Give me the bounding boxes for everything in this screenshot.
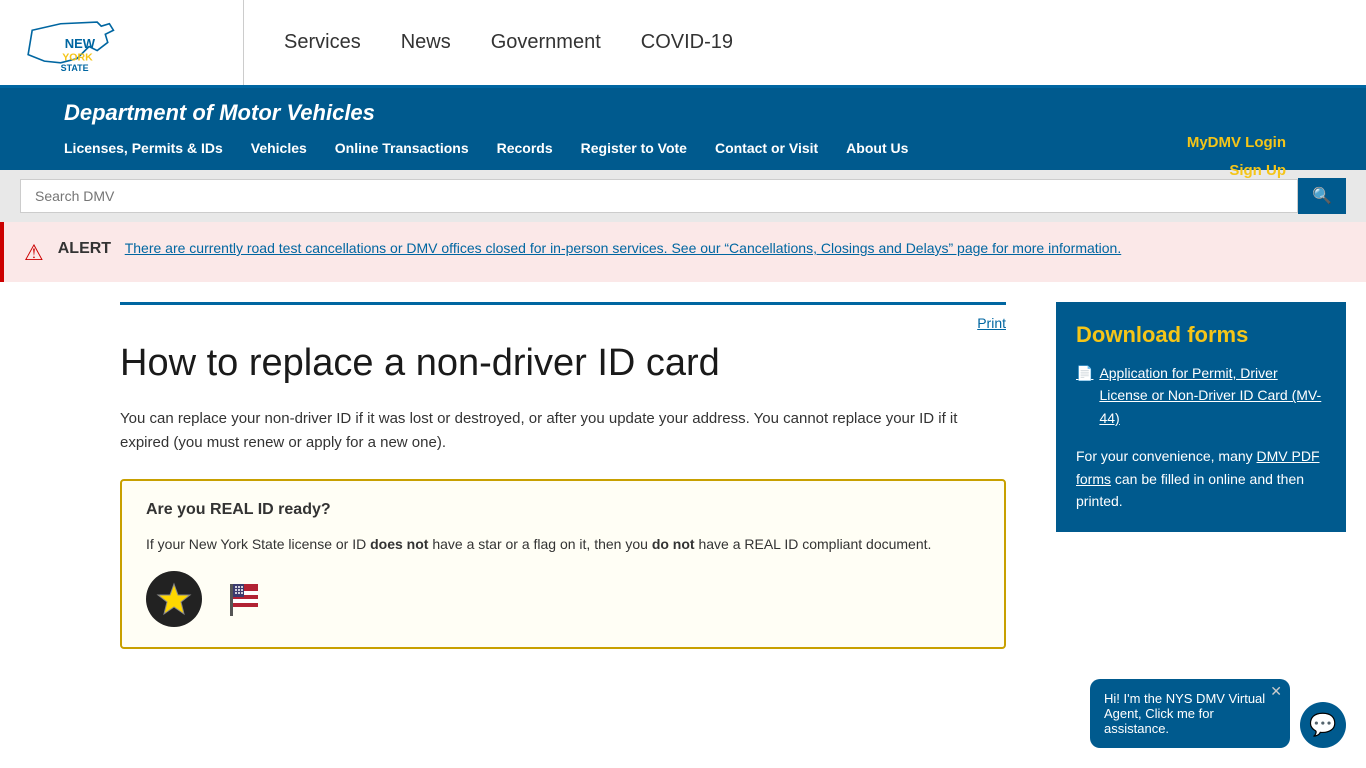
real-id-title: Are you REAL ID ready? [146, 501, 980, 519]
extra-text-2: can be filled in online and then printed… [1076, 471, 1304, 509]
dmv-nav-contact[interactable]: Contact or Visit [715, 126, 836, 170]
search-bar: 🔍 [0, 170, 1366, 222]
sign-up-link[interactable]: Sign Up [1229, 162, 1286, 179]
main-content: Print How to replace a non-driver ID car… [0, 282, 1366, 679]
flag-icon-wrap [222, 571, 278, 627]
print-link[interactable]: Print [120, 315, 1006, 331]
dmv-nav-records[interactable]: Records [497, 126, 571, 170]
chat-message: Hi! I'm the NYS DMV Virtual Agent, Click… [1104, 691, 1265, 736]
nav-news[interactable]: News [401, 31, 451, 54]
dmv-nav: Licenses, Permits & IDs Vehicles Online … [20, 126, 1346, 170]
svg-text:STATE: STATE [61, 63, 89, 71]
real-id-text: If your New York State license or ID doe… [146, 533, 980, 555]
star-icon-wrap [146, 571, 202, 627]
chat-close-icon[interactable]: ✕ [1270, 683, 1282, 700]
page-body: Print How to replace a non-driver ID car… [0, 282, 1036, 679]
download-forms-box: Download forms 📄 Application for Permit,… [1056, 302, 1346, 532]
sidebar: Download forms 📄 Application for Permit,… [1036, 282, 1366, 679]
dmv-nav-licenses[interactable]: Licenses, Permits & IDs [64, 126, 241, 170]
page-body-border [120, 302, 1006, 305]
star-icon [156, 581, 192, 617]
extra-text-1: For your convenience, many [1076, 448, 1257, 464]
pdf-icon: 📄 [1076, 362, 1093, 384]
chat-bubble[interactable]: ✕ Hi! I'm the NYS DMV Virtual Agent, Cli… [1090, 679, 1290, 748]
nys-logo: NEW YORK STATE [20, 14, 150, 71]
download-forms-link[interactable]: 📄 Application for Permit, Driver License… [1076, 362, 1326, 429]
download-forms-title: Download forms [1076, 322, 1326, 348]
top-navigation: NEW YORK STATE Services News Government … [0, 0, 1366, 88]
bold-does-not: does not [370, 536, 428, 552]
nav-covid19[interactable]: COVID-19 [641, 31, 733, 54]
mydmv-login-link[interactable]: MyDMV Login [1187, 134, 1286, 151]
search-button[interactable]: 🔍 [1298, 178, 1346, 214]
real-id-box: Are you REAL ID ready? If your New York … [120, 479, 1006, 649]
dmv-title: Department of Motor Vehicles [20, 88, 1346, 126]
svg-text:YORK: YORK [62, 51, 93, 63]
dmv-nav-vehicles[interactable]: Vehicles [251, 126, 325, 170]
nav-government[interactable]: Government [491, 31, 601, 54]
top-nav-links: Services News Government COVID-19 [244, 31, 733, 54]
page-intro: You can replace your non-driver ID if it… [120, 407, 1006, 455]
search-input[interactable] [20, 179, 1298, 213]
logo-area: NEW YORK STATE [0, 0, 244, 85]
form-link-text[interactable]: Application for Permit, Driver License o… [1099, 362, 1326, 429]
alert-banner: ⚠ ALERT There are currently road test ca… [0, 222, 1366, 282]
page-title: How to replace a non-driver ID card [120, 341, 1006, 387]
real-id-icons [146, 571, 980, 627]
us-flag-icon [225, 574, 275, 624]
alert-label: ALERT [58, 240, 111, 257]
alert-text[interactable]: There are currently road test cancellati… [125, 240, 1122, 256]
nav-services[interactable]: Services [284, 31, 361, 54]
dmv-nav-register-to-vote[interactable]: Register to Vote [581, 126, 705, 170]
chat-widget: ✕ Hi! I'm the NYS DMV Virtual Agent, Cli… [1090, 679, 1346, 748]
svg-text:NEW: NEW [65, 36, 96, 51]
bold-do-not: do not [652, 536, 695, 552]
dmv-nav-about-us[interactable]: About Us [846, 126, 926, 170]
alert-content: ALERT There are currently road test canc… [58, 238, 1122, 259]
alert-icon: ⚠ [24, 240, 44, 266]
dmv-header: Department of Motor Vehicles Licenses, P… [0, 88, 1366, 170]
chat-icon-button[interactable]: 💬 [1300, 702, 1346, 748]
dmv-nav-online-transactions[interactable]: Online Transactions [335, 126, 487, 170]
download-forms-extra: For your convenience, many DMV PDF forms… [1076, 445, 1326, 512]
